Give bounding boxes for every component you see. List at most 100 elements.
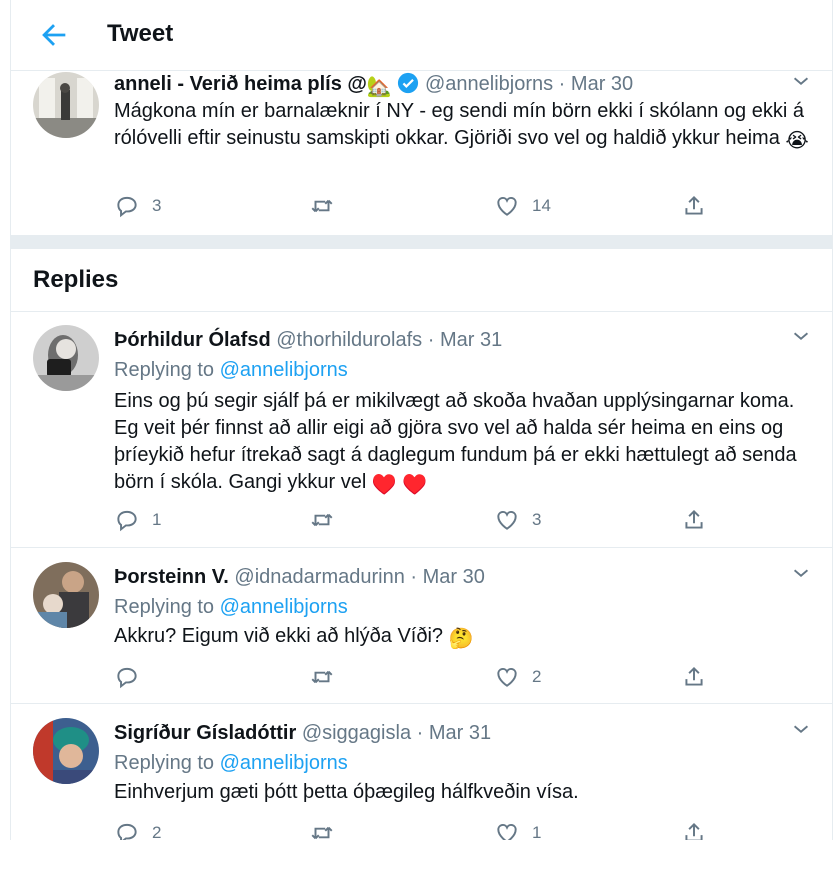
- chevron-down-icon: [793, 725, 809, 733]
- divider: [11, 547, 832, 548]
- separator-dot: ·: [558, 73, 566, 95]
- reply-tweet[interactable]: Þorsteinn V. @idnadarmadurinn · Mar 30 R…: [11, 562, 832, 702]
- house-emoji: 🏡: [366, 76, 392, 98]
- tweet-actions: 2: [114, 662, 814, 692]
- tweet-date[interactable]: Mar 31: [429, 722, 491, 744]
- like-button[interactable]: 2: [494, 662, 541, 692]
- retweet-icon: [311, 513, 333, 527]
- divider: [11, 311, 832, 312]
- chevron-down-icon: [793, 569, 809, 577]
- mention-link[interactable]: @annelibjorns: [220, 596, 348, 618]
- like-button[interactable]: 3: [494, 505, 541, 535]
- tweet-text-content: Akkru? Eigum við ekki að hlýða Víði?: [114, 625, 444, 647]
- reply-tweet[interactable]: Sigríður Gísladóttir @siggagisla · Mar 3…: [11, 718, 832, 840]
- tweet-text-content: Einhverjum gæti þótt þetta óþægileg hálf…: [114, 781, 579, 803]
- section-divider: [11, 235, 832, 249]
- reply-icon: [117, 667, 137, 689]
- avatar[interactable]: [33, 718, 99, 784]
- back-button[interactable]: [37, 18, 71, 52]
- replying-to: Replying to @annelibjorns: [114, 359, 348, 382]
- like-count: 3: [532, 510, 542, 529]
- retweet-button[interactable]: [309, 662, 335, 692]
- replying-to: Replying to @annelibjorns: [114, 596, 348, 619]
- author-line: Þorsteinn V. @idnadarmadurinn · Mar 30: [114, 566, 485, 589]
- tweet-text: Akkru? Eigum við ekki að hlýða Víði? 🤔: [114, 623, 814, 653]
- avatar[interactable]: [33, 72, 99, 138]
- retweet-button[interactable]: [309, 818, 335, 840]
- tweet-text-content: Eins og þú segir sjálf þá er mikilvægt a…: [114, 390, 797, 493]
- share-icon: [685, 666, 703, 686]
- page-title: Tweet: [107, 20, 174, 47]
- author-name[interactable]: anneli - Verið heima plís @: [114, 73, 367, 95]
- more-options-button[interactable]: [790, 562, 812, 584]
- tweet-actions: 1 3: [114, 505, 814, 535]
- tweet-date[interactable]: Mar 31: [440, 329, 502, 351]
- share-button[interactable]: [681, 662, 707, 692]
- reply-button[interactable]: 2: [114, 818, 161, 840]
- chevron-down-icon: [793, 332, 809, 340]
- avatar[interactable]: [33, 562, 99, 628]
- crying-emoji: 😭: [785, 130, 809, 152]
- more-options-button[interactable]: [790, 70, 812, 92]
- reply-icon: [117, 196, 137, 218]
- like-icon: [497, 824, 517, 840]
- retweet-button[interactable]: [309, 191, 335, 221]
- reply-tweet[interactable]: Þórhildur Ólafsd @thorhildurolafs · Mar …: [11, 325, 832, 547]
- like-count: 14: [532, 196, 551, 215]
- reply-button[interactable]: [114, 662, 140, 692]
- tweet-text: Eins og þú segir sjálf þá er mikilvægt a…: [114, 388, 814, 499]
- tweet-actions: 3 14: [114, 191, 814, 221]
- chevron-down-icon: [793, 77, 809, 85]
- like-icon: [497, 197, 517, 216]
- like-icon: [497, 668, 517, 687]
- author-handle[interactable]: @thorhildurolafs: [276, 329, 422, 351]
- share-icon: [685, 195, 703, 215]
- tweet-date[interactable]: Mar 30: [423, 566, 485, 588]
- share-button[interactable]: [681, 818, 707, 840]
- separator-dot: ·: [410, 566, 418, 588]
- reply-icon: [117, 823, 137, 840]
- back-arrow-icon: [42, 24, 66, 46]
- mention-link[interactable]: @annelibjorns: [220, 752, 348, 774]
- author-line: Sigríður Gísladóttir @siggagisla · Mar 3…: [114, 722, 491, 745]
- retweet-button[interactable]: [309, 505, 335, 535]
- share-icon: [685, 822, 703, 840]
- thinking-emoji: 🤔: [448, 628, 474, 650]
- replying-to: Replying to @annelibjorns: [114, 752, 348, 775]
- more-options-button[interactable]: [790, 718, 812, 740]
- tweet-text: Mágkona mín er barnalæknir í NY - eg sen…: [114, 98, 814, 155]
- share-button[interactable]: [681, 505, 707, 535]
- retweet-icon: [311, 199, 333, 213]
- mention-link[interactable]: @annelibjorns: [220, 359, 348, 381]
- author-name[interactable]: Sigríður Gísladóttir: [114, 722, 296, 744]
- main-tweet[interactable]: anneli - Verið heima plís @🏡 @annelibjor…: [11, 70, 832, 222]
- verified-badge-icon: [397, 72, 419, 94]
- replying-to-label: Replying to: [114, 596, 215, 618]
- more-options-button[interactable]: [790, 325, 812, 347]
- reply-button[interactable]: 3: [114, 191, 161, 221]
- author-handle[interactable]: @idnadarmadurinn: [234, 566, 404, 588]
- author-handle[interactable]: @annelibjorns: [425, 73, 553, 95]
- share-button[interactable]: [681, 191, 707, 221]
- avatar[interactable]: [33, 325, 99, 391]
- author-handle[interactable]: @siggagisla: [302, 722, 411, 744]
- like-button[interactable]: 14: [494, 191, 551, 221]
- author-name[interactable]: Þórhildur Ólafsd: [114, 329, 271, 351]
- retweet-icon: [311, 670, 333, 684]
- reply-count: 1: [152, 510, 162, 529]
- tweet-actions: 2 1: [114, 818, 814, 840]
- like-count: 1: [532, 823, 542, 840]
- separator-dot: ·: [427, 329, 435, 351]
- reply-button[interactable]: 1: [114, 505, 161, 535]
- reply-count: 2: [152, 823, 162, 840]
- page-header: Tweet: [11, 0, 832, 71]
- author-line: Þórhildur Ólafsd @thorhildurolafs · Mar …: [114, 329, 502, 352]
- divider: [11, 703, 832, 704]
- author-name[interactable]: Þorsteinn V.: [114, 566, 229, 588]
- tweet-date[interactable]: Mar 30: [571, 73, 633, 95]
- heart-emoji: ♥️ ♥️: [371, 474, 428, 496]
- replies-heading: Replies: [33, 266, 119, 293]
- separator-dot: ·: [416, 722, 424, 744]
- retweet-icon: [311, 826, 333, 840]
- like-button[interactable]: 1: [494, 818, 541, 840]
